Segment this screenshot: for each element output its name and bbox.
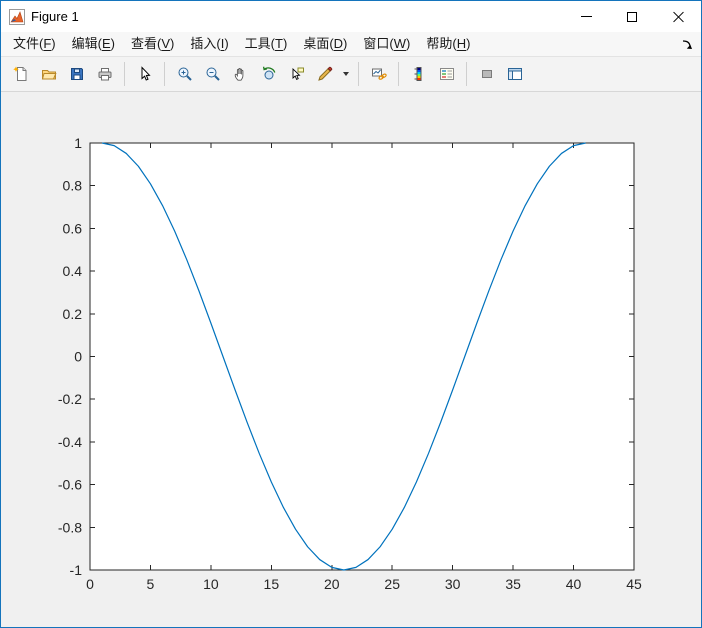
x-tick-label: 40 (566, 576, 582, 592)
y-tick-label: 0.6 (63, 220, 83, 236)
y-tick-label: 0.4 (63, 263, 83, 279)
y-tick-label: -0.4 (58, 434, 82, 450)
pointer-arrow-icon (137, 66, 153, 82)
edit-plot-button[interactable] (131, 61, 158, 88)
menu-file[interactable]: 文件(F) (5, 32, 64, 56)
zoom-in-button[interactable] (171, 61, 198, 88)
print-figure-button[interactable] (91, 61, 118, 88)
maximize-icon (627, 12, 637, 22)
colorbar-icon (411, 66, 427, 82)
y-tick-label: 1 (74, 135, 82, 151)
menu-insert[interactable]: 插入(I) (182, 32, 236, 56)
toolbar-separator (466, 62, 467, 86)
x-tick-label: 25 (384, 576, 400, 592)
zoom-out-icon (205, 66, 221, 82)
y-tick-label: 0.2 (63, 306, 83, 322)
rotate-3d-button[interactable] (255, 61, 282, 88)
minimize-icon (581, 16, 592, 17)
new-figure-button[interactable] (7, 61, 34, 88)
pan-button[interactable] (227, 61, 254, 88)
y-tick-label: 0.8 (63, 178, 83, 194)
insert-legend-button[interactable] (433, 61, 460, 88)
x-tick-label: 15 (264, 576, 280, 592)
data-cursor-button[interactable] (283, 61, 310, 88)
show-plot-tools-icon (507, 66, 523, 82)
menu-edit[interactable]: 编辑(E) (64, 32, 123, 56)
open-file-button[interactable] (35, 61, 62, 88)
save-floppy-icon (69, 66, 85, 82)
menu-view[interactable]: 查看(V) (123, 32, 182, 56)
hide-plot-tools-icon (479, 66, 495, 82)
figure-window: Figure 1 文件(F)编辑(E)查看(V)插入(I)工具(T)桌面(D)窗… (0, 0, 702, 628)
legend-icon (439, 66, 455, 82)
titlebar[interactable]: Figure 1 (1, 1, 701, 32)
x-tick-label: 0 (86, 576, 94, 592)
plot-background (90, 143, 634, 570)
window-controls (563, 1, 701, 32)
toolbar-separator (124, 62, 125, 86)
rotate-3d-icon (261, 66, 277, 82)
x-tick-label: 10 (203, 576, 219, 592)
menu-help[interactable]: 帮助(H) (418, 32, 478, 56)
toolbar-separator (398, 62, 399, 86)
printer-icon (97, 66, 113, 82)
save-figure-button[interactable] (63, 61, 90, 88)
x-tick-label: 30 (445, 576, 461, 592)
menubar: 文件(F)编辑(E)查看(V)插入(I)工具(T)桌面(D)窗口(W)帮助(H) (1, 32, 701, 57)
x-tick-label: 35 (505, 576, 521, 592)
brush-button[interactable] (311, 61, 338, 88)
brush-dropdown-button[interactable] (339, 61, 352, 88)
dock-figure-button[interactable] (678, 36, 696, 54)
insert-colorbar-button[interactable] (405, 61, 432, 88)
y-tick-label: 0 (74, 349, 82, 365)
zoom-in-icon (177, 66, 193, 82)
open-folder-icon (41, 66, 57, 82)
menu-desktop[interactable]: 桌面(D) (295, 32, 355, 56)
figure-canvas: 0 5 10 15 20 25 30 35 40 45 -1 -0.8 -0.6 -0.4 -0.2 0 0.2… (1, 92, 701, 627)
window-title: Figure 1 (31, 9, 79, 24)
maximize-button[interactable] (609, 1, 655, 32)
minimize-button[interactable] (563, 1, 609, 32)
show-plot-tools-button[interactable] (501, 61, 528, 88)
toolbar-separator (164, 62, 165, 86)
link-plot-icon (371, 66, 387, 82)
y-tick-label: -0.8 (58, 519, 82, 535)
link-plot-button[interactable] (365, 61, 392, 88)
x-tick-label: 20 (324, 576, 340, 592)
y-tick-label: -1 (70, 562, 83, 578)
menu-window[interactable]: 窗口(W) (355, 32, 418, 56)
chevron-down-icon (343, 72, 349, 76)
menu-tools[interactable]: 工具(T) (237, 32, 296, 56)
close-icon (672, 11, 684, 23)
hide-plot-tools-button[interactable] (473, 61, 500, 88)
brush-icon (317, 66, 333, 82)
plot-axes: 0 5 10 15 20 25 30 35 40 45 -1 -0.8 -0.6 -0.4 -0.2 0 0.2… (1, 92, 701, 627)
data-cursor-icon (289, 66, 305, 82)
menu-items: 文件(F)编辑(E)查看(V)插入(I)工具(T)桌面(D)窗口(W)帮助(H) (5, 32, 478, 56)
y-tick-label: -0.2 (58, 391, 82, 407)
pan-hand-icon (233, 66, 249, 82)
matlab-figure-icon (9, 9, 25, 25)
close-button[interactable] (655, 1, 701, 32)
x-tick-label: 5 (147, 576, 155, 592)
new-figure-icon (13, 66, 29, 82)
y-tick-label: -0.6 (58, 477, 82, 493)
x-tick-label: 45 (626, 576, 642, 592)
toolbar-separator (358, 62, 359, 86)
dock-figure-icon (680, 38, 694, 52)
toolbar (1, 57, 701, 92)
zoom-out-button[interactable] (199, 61, 226, 88)
